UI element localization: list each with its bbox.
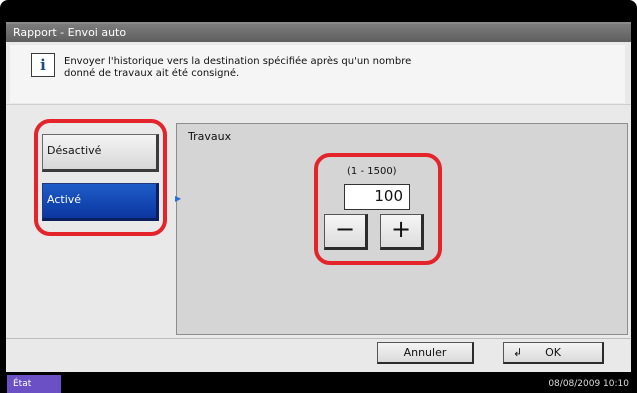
info-icon: i <box>31 53 55 77</box>
status-bar <box>0 375 637 393</box>
window-title: Rapport - Envoi auto <box>6 24 631 42</box>
info-line-1: Envoyer l'historique vers la destination… <box>64 56 412 67</box>
cancel-button[interactable]: Annuler <box>377 342 474 364</box>
footer-separator <box>6 338 631 339</box>
highlight-ring-options <box>34 119 167 236</box>
selection-arrow-icon: ▶ <box>175 194 182 203</box>
travaux-label: Travaux <box>188 130 232 143</box>
info-text: Envoyer l'historique vers la destination… <box>64 56 484 80</box>
status-datetime: 08/08/2009 10:10 <box>548 379 629 389</box>
highlight-ring-stepper <box>314 153 442 265</box>
ok-button[interactable]: ↲ OK <box>503 342 604 364</box>
info-line-2: donné de travaux ait été consigné. <box>64 68 240 79</box>
ok-label: OK <box>545 346 561 359</box>
return-arrow-icon: ↲ <box>513 346 523 359</box>
status-button[interactable]: État <box>7 375 61 393</box>
divider <box>6 104 631 105</box>
